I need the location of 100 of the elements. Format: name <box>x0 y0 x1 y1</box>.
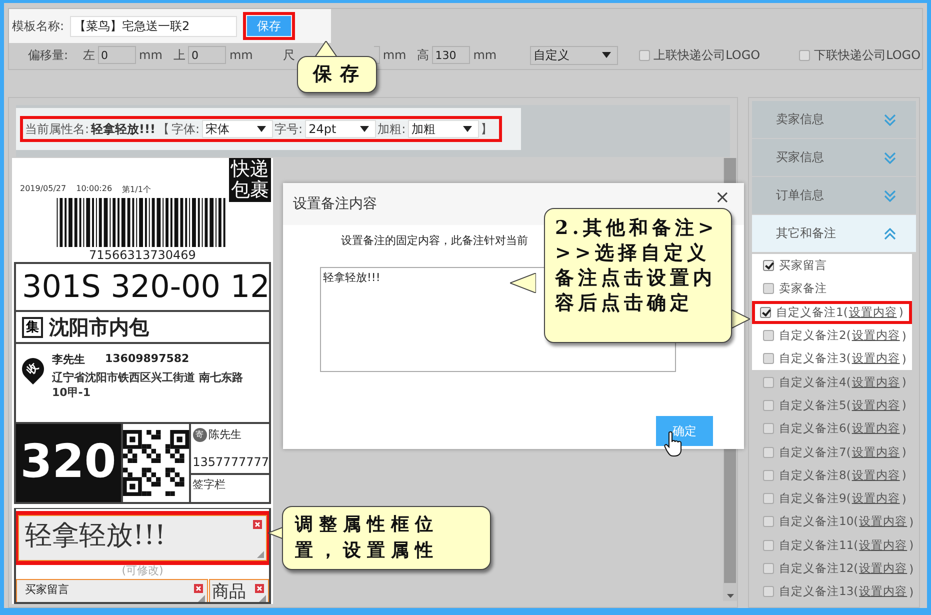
unit-label: mm <box>139 48 162 62</box>
accordion-header[interactable]: 卖家信息 <box>752 101 916 138</box>
close-icon <box>255 584 264 593</box>
set-content-link[interactable]: 设置内容 <box>848 304 897 320</box>
close-icon <box>194 584 203 593</box>
dropdown-arrow-icon <box>256 126 266 132</box>
callout: 调整属性框位置，设置属性 <box>282 506 491 570</box>
checkbox[interactable] <box>763 470 774 481</box>
set-content-link[interactable]: 设置内容 <box>852 444 900 460</box>
accordion-header[interactable]: 其它和备注 <box>752 215 916 252</box>
property-name-label: 当前属性名: <box>25 120 90 138</box>
send-badge: 寄 <box>192 428 207 442</box>
checkbox[interactable] <box>763 376 774 388</box>
dropdown-arrow-icon <box>360 126 369 132</box>
paren: ) <box>909 562 914 576</box>
checkbox[interactable] <box>763 330 774 342</box>
checkbox[interactable] <box>763 353 774 364</box>
checkbox[interactable] <box>763 260 774 272</box>
set-content-link[interactable]: 设置内容 <box>852 328 900 344</box>
sort-code: 301S 320-00 12 <box>14 262 271 312</box>
text-element[interactable]: 商品 <box>209 579 269 602</box>
set-content-link[interactable]: 设置内容 <box>852 468 900 483</box>
sender-name: 陈先生 <box>208 427 242 442</box>
font-dropdown[interactable]: 宋体 <box>202 120 273 138</box>
option-label: 自定义备注2( <box>779 328 851 344</box>
option-label: 自定义备注9( <box>779 491 851 506</box>
template-name-field[interactable]: 【菜鸟】宅急送一联2 <box>70 16 238 36</box>
option-label: 自定义备注11( <box>779 538 858 553</box>
template-name-label: 模板名称: <box>12 18 64 34</box>
checkbox[interactable] <box>763 423 774 434</box>
paren: ) <box>902 375 906 390</box>
set-content-link[interactable]: 设置内容 <box>852 398 900 413</box>
chevron-down-icon <box>884 190 896 202</box>
option-label: 自定义备注8( <box>779 468 851 483</box>
width-field[interactable] <box>374 46 380 64</box>
paren: ) <box>902 445 906 460</box>
option-label: 买家留言 <box>779 258 827 274</box>
resize-grip-icon <box>198 595 205 602</box>
checkbox[interactable] <box>763 400 774 411</box>
bold-label: 加粗: <box>378 120 406 138</box>
bracket: 【 <box>157 120 170 138</box>
checkbox[interactable] <box>763 283 774 294</box>
option-label: 自定义备注13( <box>779 584 858 600</box>
set-content-link[interactable]: 设置内容 <box>859 538 908 553</box>
option-label: 自定义备注6( <box>779 421 851 436</box>
paren: ) <box>902 492 906 506</box>
paren: ) <box>909 514 914 529</box>
hint-text: (可修改) <box>120 565 164 577</box>
size-preset-dropdown[interactable]: 自定义 <box>530 46 618 64</box>
hub-badge: 集 <box>22 316 43 338</box>
set-content-link[interactable]: 设置内容 <box>859 514 908 530</box>
top-offset-field[interactable]: 0 <box>188 46 226 64</box>
qr-code <box>122 428 189 498</box>
sender-phone: 1357777777 <box>190 445 269 475</box>
accordion-header[interactable]: 订单信息 <box>752 177 916 214</box>
scroll-down-arrow-icon <box>726 594 734 598</box>
paren: ) <box>902 468 906 482</box>
left-label: 左 <box>83 46 96 64</box>
checkbox[interactable] <box>763 586 774 598</box>
checkbox[interactable] <box>760 306 771 318</box>
text-element[interactable]: 轻拿轻放!!! <box>18 515 267 561</box>
callout-pointer <box>315 41 337 57</box>
dropdown-arrow-icon <box>462 126 472 132</box>
paren: ) <box>902 398 906 412</box>
checkbox[interactable] <box>763 563 774 574</box>
set-content-link[interactable]: 设置内容 <box>859 584 908 600</box>
print-date: 2019/05/27 <box>20 184 66 195</box>
checkbox-label: 上联快递公司LOGO <box>654 46 760 64</box>
unit-label: mm <box>382 48 406 62</box>
accordion-header[interactable]: 买家信息 <box>752 139 916 176</box>
left-offset-field[interactable]: 0 <box>98 46 136 64</box>
element-text: 轻拿轻放!!! <box>25 519 166 553</box>
height-field[interactable]: 130 <box>432 46 470 64</box>
set-content-link[interactable]: 设置内容 <box>852 421 900 436</box>
set-content-link[interactable]: 设置内容 <box>852 351 900 366</box>
option-label: 自定义备注7( <box>779 444 851 460</box>
close-button[interactable]: × <box>714 189 730 207</box>
chevron-up-icon <box>884 228 896 240</box>
recipient-address: 辽宁省沈阳市铁西区兴工街道 南七东路10甲-1 <box>52 370 244 400</box>
checkbox[interactable] <box>763 446 774 458</box>
text-element[interactable]: 买家留言 <box>16 579 208 602</box>
set-content-link[interactable]: 设置内容 <box>852 491 900 506</box>
hub-name: 沈阳市内包 <box>49 314 149 340</box>
set-content-link[interactable]: 设置内容 <box>859 561 908 576</box>
set-content-link[interactable]: 设置内容 <box>852 374 900 390</box>
checkbox[interactable] <box>763 493 774 504</box>
recipient-phone: 13609897582 <box>105 352 190 367</box>
option-label: 自定义备注5( <box>779 398 851 413</box>
font-label: 字体: <box>171 120 200 138</box>
chevron-down-icon <box>884 114 896 126</box>
font-size-dropdown[interactable]: 24pt <box>304 120 376 138</box>
checkbox[interactable] <box>799 50 810 60</box>
checkbox[interactable] <box>638 50 650 60</box>
bold-dropdown[interactable]: 加粗 <box>408 120 479 138</box>
offset-label: 偏移量: <box>28 46 68 64</box>
unit-label: mm <box>473 48 497 62</box>
checkbox-label: 下联快递公司LOGO <box>814 46 921 64</box>
property-name: 轻拿轻放!!! <box>91 120 156 138</box>
checkbox[interactable] <box>763 540 774 551</box>
checkbox[interactable] <box>763 516 774 528</box>
